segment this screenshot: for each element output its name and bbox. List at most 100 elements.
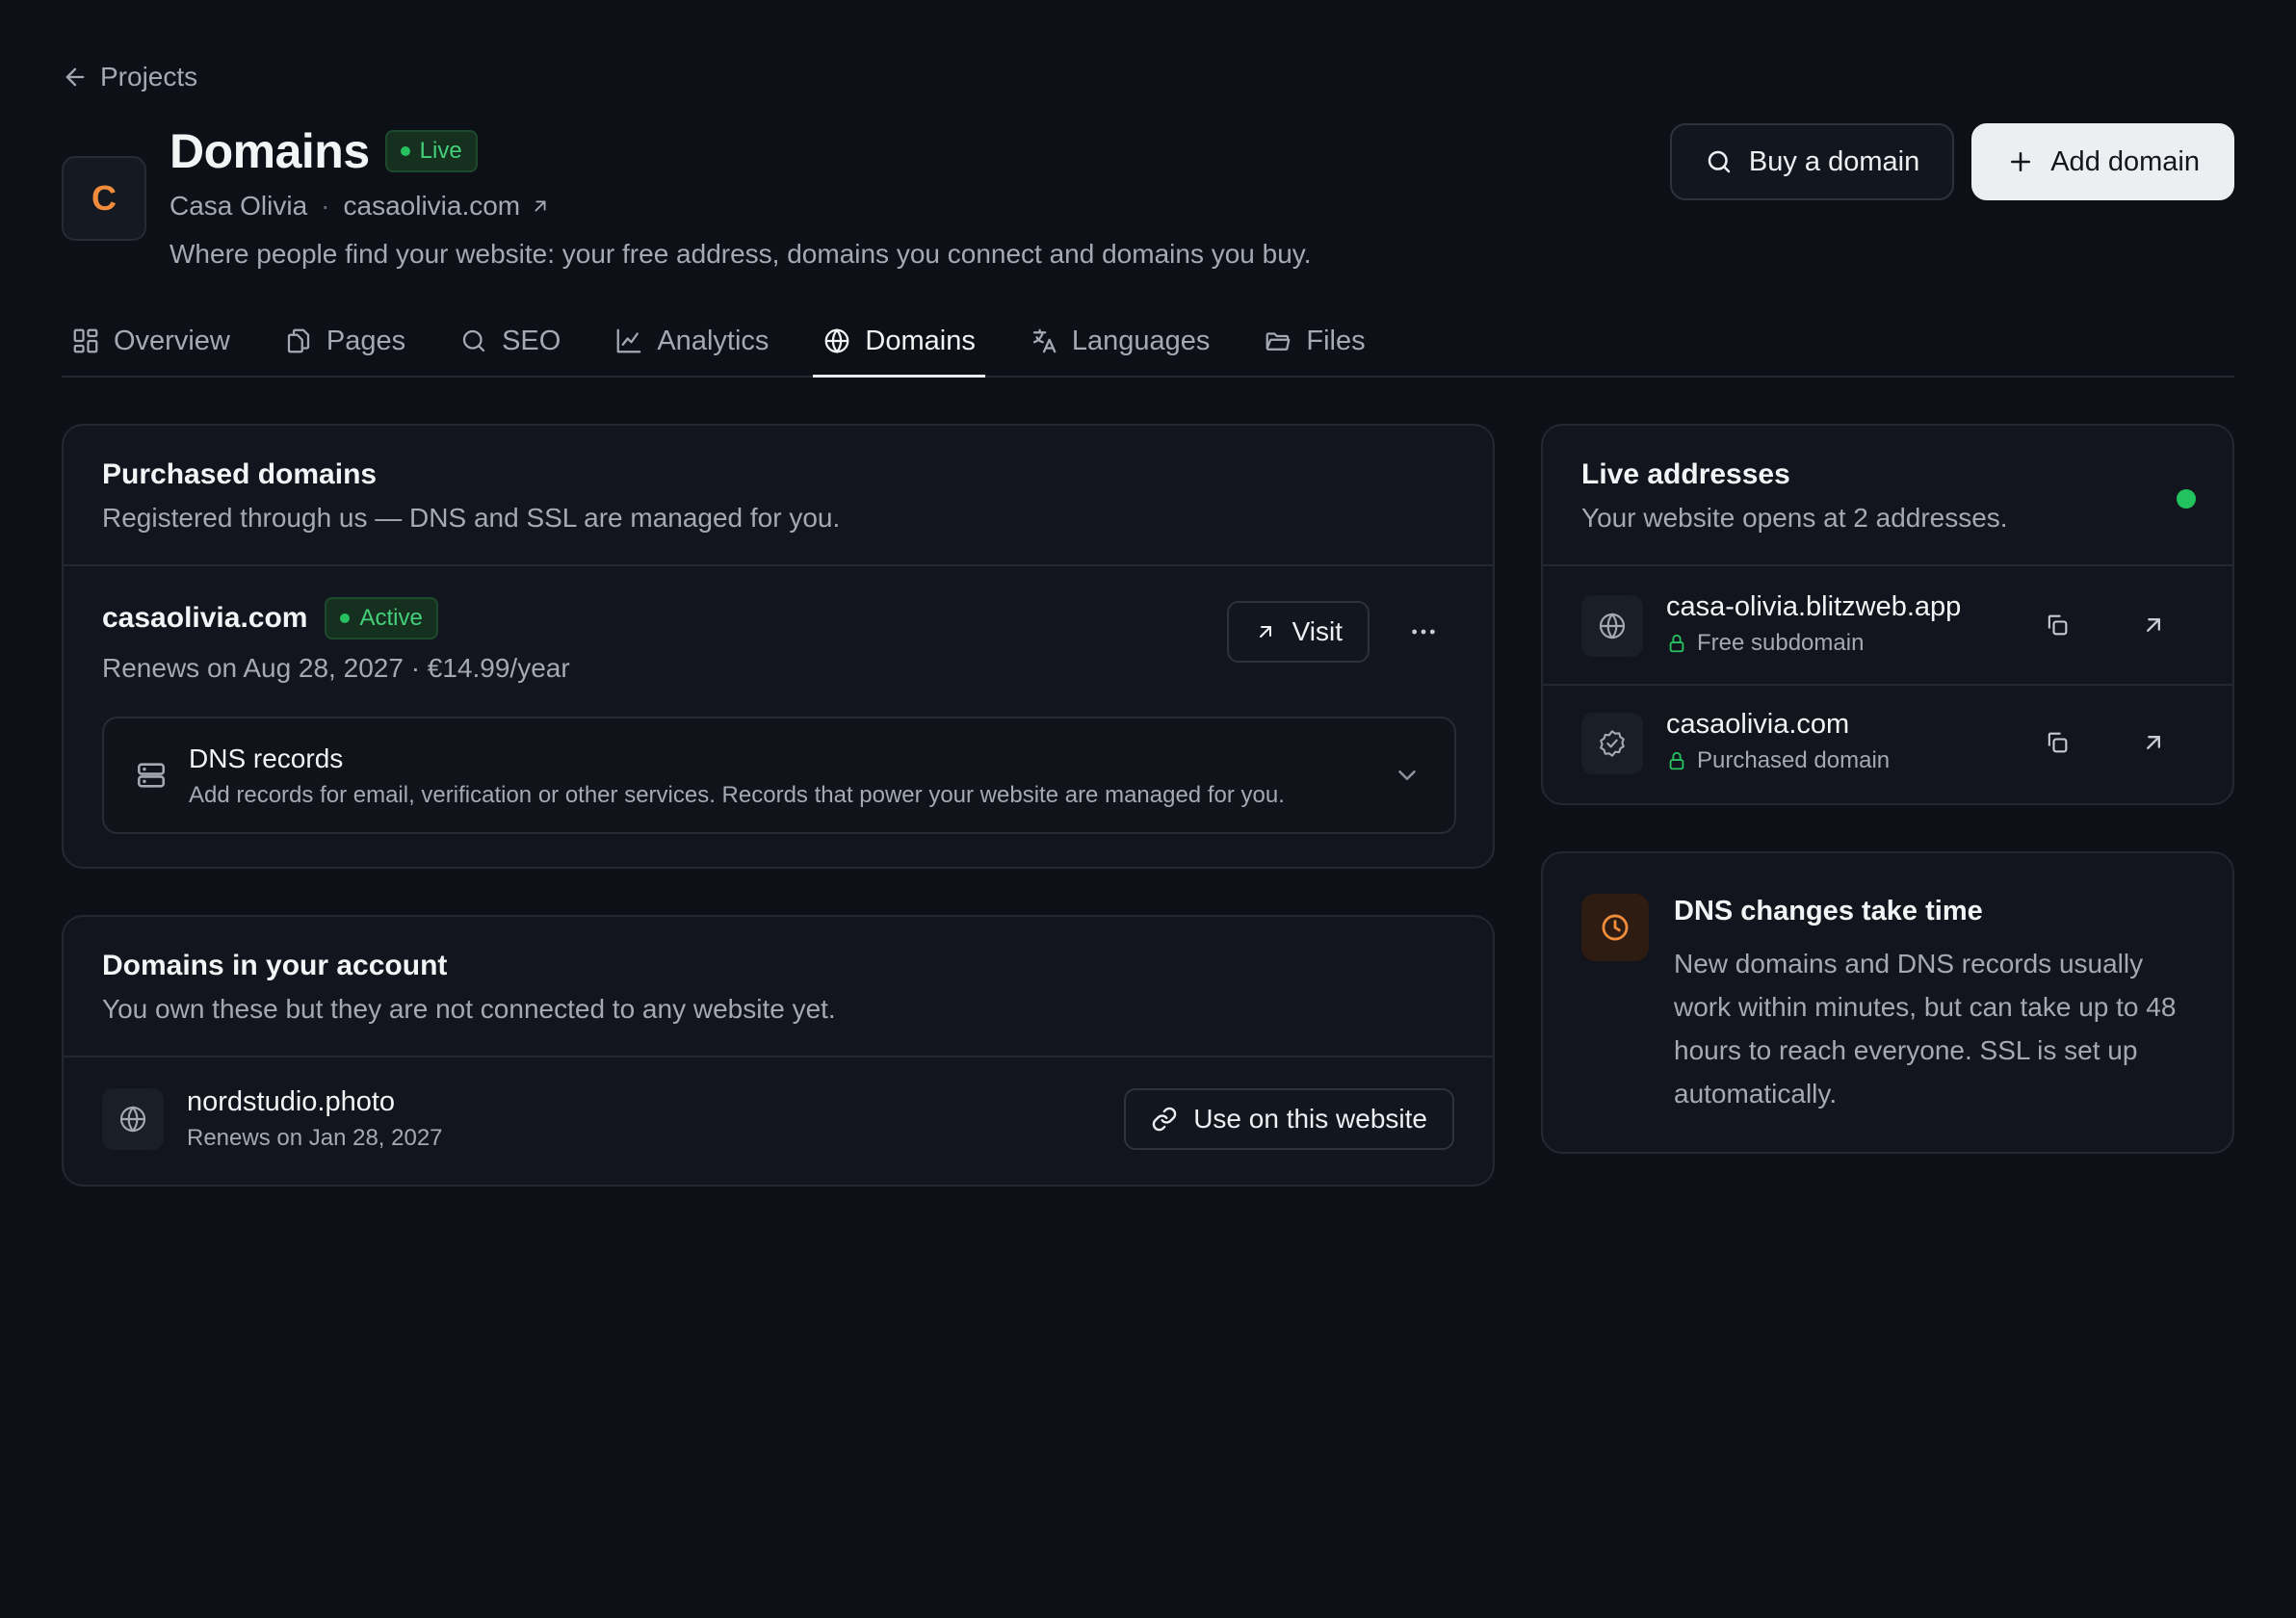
status-dot-icon bbox=[400, 146, 410, 156]
live-address-row: casa-olivia.blitzweb.app Free subdomain bbox=[1543, 566, 2232, 684]
copy-icon bbox=[2044, 729, 2071, 756]
add-domain-label: Add domain bbox=[2050, 145, 2200, 177]
more-options-button[interactable] bbox=[1402, 611, 1445, 653]
title-row: Domains Live bbox=[170, 123, 478, 179]
search-icon bbox=[459, 326, 488, 355]
verified-check-icon bbox=[1581, 713, 1643, 774]
clock-icon bbox=[1581, 894, 1649, 961]
notice-body: New domains and DNS records usually work… bbox=[1674, 949, 2177, 1109]
separator: · bbox=[321, 191, 330, 221]
use-on-website-label: Use on this website bbox=[1193, 1104, 1427, 1134]
copy-address-button[interactable] bbox=[2036, 721, 2078, 764]
purchased-domain-row: casaolivia.com Active Renews on Aug 28, … bbox=[64, 566, 1493, 713]
tab-label: Languages bbox=[1071, 325, 1211, 356]
site-subline: Casa Olivia · casaolivia.com bbox=[170, 191, 551, 222]
folder-icon bbox=[1264, 326, 1292, 355]
external-link-icon bbox=[2140, 612, 2167, 639]
arrow-left-icon bbox=[62, 64, 89, 91]
purchased-domains-card: Purchased domains Registered through us … bbox=[62, 424, 1495, 869]
tab-overview[interactable]: Overview bbox=[62, 306, 240, 376]
external-link-icon bbox=[1254, 620, 1277, 643]
active-status-badge: Active bbox=[325, 597, 438, 639]
card-subtitle: You own these but they are not connected… bbox=[102, 994, 836, 1024]
card-title: Live addresses bbox=[1581, 458, 1790, 490]
notice-title: DNS changes take time bbox=[1674, 896, 1983, 926]
copy-icon bbox=[2044, 612, 2071, 639]
live-addresses-card: Live addresses Your website opens at 2 a… bbox=[1541, 424, 2234, 805]
page-description: Where people find your website: your fre… bbox=[170, 239, 1312, 269]
address-type: Free subdomain bbox=[1666, 630, 1864, 657]
site-avatar: C bbox=[62, 156, 146, 241]
back-label: Projects bbox=[100, 62, 198, 91]
card-title: Purchased domains bbox=[102, 458, 378, 490]
live-status-label: Live bbox=[419, 138, 462, 164]
link-icon bbox=[1151, 1106, 1178, 1133]
site-domain-link[interactable]: casaolivia.com bbox=[344, 191, 552, 222]
tab-label: Domains bbox=[865, 325, 976, 356]
live-address-row: casaolivia.com Purchased domain bbox=[1543, 686, 2232, 803]
account-domain-name: nordstudio.photo bbox=[187, 1086, 396, 1117]
tab-languages[interactable]: Languages bbox=[1020, 306, 1220, 376]
card-header: Purchased domains Registered through us … bbox=[64, 426, 1493, 564]
card-subtitle: Your website opens at 2 addresses. bbox=[1581, 503, 2008, 533]
tab-label: SEO bbox=[502, 325, 561, 356]
tab-files[interactable]: Files bbox=[1254, 306, 1374, 376]
tab-analytics[interactable]: Analytics bbox=[605, 306, 778, 376]
visit-button[interactable]: Visit bbox=[1226, 601, 1370, 663]
pages-icon bbox=[284, 326, 313, 355]
address-type-label: Purchased domain bbox=[1697, 747, 1891, 773]
translate-icon bbox=[1030, 326, 1058, 355]
back-to-projects-link[interactable]: Projects bbox=[62, 62, 197, 92]
domain-name: casaolivia.com bbox=[102, 602, 308, 634]
dns-records-subtitle: Add records for email, verification or o… bbox=[189, 782, 1285, 808]
tab-seo[interactable]: SEO bbox=[450, 306, 570, 376]
dns-records-title: DNS records bbox=[189, 744, 344, 773]
use-on-website-button[interactable]: Use on this website bbox=[1124, 1088, 1454, 1150]
lock-icon bbox=[1666, 750, 1687, 771]
address-name: casaolivia.com bbox=[1666, 709, 1850, 740]
live-status-badge: Live bbox=[384, 130, 478, 172]
server-icon bbox=[135, 759, 168, 792]
address-name: casa-olivia.blitzweb.app bbox=[1666, 591, 1962, 622]
card-header: Live addresses Your website opens at 2 a… bbox=[1543, 426, 2232, 564]
tab-label: Analytics bbox=[657, 325, 770, 356]
visit-label: Visit bbox=[1292, 616, 1343, 646]
site-name: Casa Olivia bbox=[170, 191, 308, 221]
external-link-icon bbox=[530, 196, 551, 217]
header-actions: Buy a domain Add domain bbox=[1669, 123, 2234, 200]
globe-icon bbox=[822, 326, 851, 355]
tab-domains[interactable]: Domains bbox=[813, 306, 986, 378]
globe-icon bbox=[102, 1088, 164, 1150]
search-icon bbox=[1705, 147, 1734, 176]
active-status-label: Active bbox=[359, 605, 423, 631]
account-domains-card: Domains in your account You own these bu… bbox=[62, 915, 1495, 1187]
external-link-icon bbox=[2140, 729, 2167, 756]
overview-grid-icon bbox=[71, 326, 100, 355]
live-status-dot-icon bbox=[2177, 489, 2196, 509]
buy-domain-button[interactable]: Buy a domain bbox=[1669, 123, 1955, 200]
card-header: Domains in your account You own these bu… bbox=[64, 917, 1493, 1056]
address-type: Purchased domain bbox=[1666, 747, 1890, 774]
account-domain-renewal: Renews on Jan 28, 2027 bbox=[187, 1125, 443, 1151]
tab-label: Pages bbox=[326, 325, 406, 356]
page-title: Domains bbox=[170, 124, 370, 178]
copy-address-button[interactable] bbox=[2036, 604, 2078, 646]
tab-pages[interactable]: Pages bbox=[274, 306, 415, 376]
lock-icon bbox=[1666, 633, 1687, 654]
project-tabs: Overview Pages SEO Analytics Domains Lan… bbox=[62, 306, 2234, 378]
globe-icon bbox=[1581, 595, 1643, 657]
plus-icon bbox=[2006, 147, 2035, 176]
status-dot-icon bbox=[340, 613, 351, 623]
dns-records-accordion[interactable]: DNS records Add records for email, verif… bbox=[102, 717, 1456, 834]
tab-label: Overview bbox=[114, 325, 230, 356]
account-domain-row: nordstudio.photo Renews on Jan 28, 2027 … bbox=[64, 1057, 1493, 1181]
open-address-button[interactable] bbox=[2132, 604, 2175, 646]
buy-domain-label: Buy a domain bbox=[1748, 145, 1920, 177]
more-horizontal-icon bbox=[1408, 616, 1439, 647]
add-domain-button[interactable]: Add domain bbox=[1971, 123, 2234, 200]
chart-icon bbox=[614, 326, 643, 355]
dns-notice-card: DNS changes take time New domains and DN… bbox=[1541, 851, 2234, 1154]
chevron-down-icon bbox=[1393, 761, 1422, 790]
open-address-button[interactable] bbox=[2132, 721, 2175, 764]
tab-label: Files bbox=[1306, 325, 1366, 356]
